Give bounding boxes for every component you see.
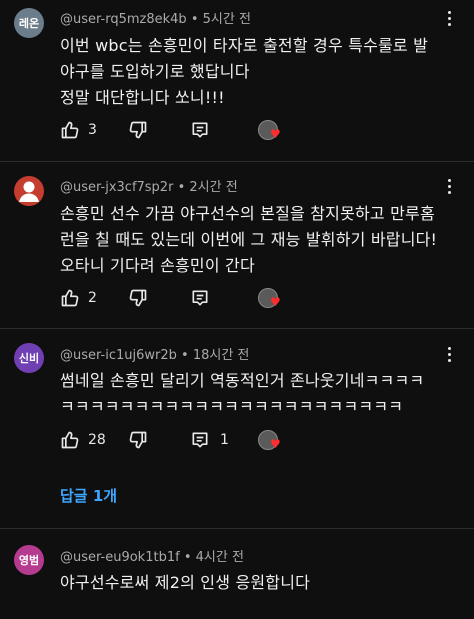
thumbs-down-icon	[128, 288, 148, 308]
dislike-button[interactable]	[128, 430, 148, 450]
divider	[0, 161, 474, 162]
like-button[interactable]: 28	[60, 430, 106, 450]
creator-heart[interactable]: ♥	[258, 288, 281, 310]
comment-text-line: 야구선수로써 제2의 인생 응원합니다	[60, 573, 311, 592]
reply-comment-icon	[190, 288, 210, 308]
thumbs-up-icon	[60, 120, 80, 140]
meta-separator: •	[181, 348, 193, 363]
default-user-icon	[19, 181, 39, 202]
more-vert-icon[interactable]	[442, 344, 456, 364]
comment-text-line: 오타니 기다려 손흥민이 간다	[60, 256, 255, 275]
reply-button[interactable]: 1	[190, 430, 229, 450]
divider	[0, 328, 474, 329]
comment-text-line: 정말 대단합니다 쏘니!!!	[60, 88, 225, 107]
view-replies-link[interactable]: 답글 1개	[60, 485, 117, 506]
thumbs-up-icon	[60, 288, 80, 308]
comment-time: 2시간 전	[189, 180, 238, 195]
author-handle[interactable]: @user-ic1uj6wr2b	[60, 348, 177, 363]
creator-heart-icon: ♥	[270, 127, 281, 141]
avatar[interactable]: 레온	[14, 8, 44, 38]
reply-count: 1	[220, 432, 229, 448]
comment-meta: @user-eu9ok1tb1f • 4시간 전	[60, 546, 244, 565]
reply-comment-icon	[190, 430, 210, 450]
avatar[interactable]: 신비	[14, 343, 44, 373]
comment-text-line: 야구를 도입하기로 했답니다	[60, 62, 250, 81]
comment-text-line: 손흥민 선수 가끔 야구선수의 본질을 참지못하고 만루홈	[60, 204, 435, 223]
creator-heart[interactable]: ♥	[258, 430, 281, 452]
creator-heart-icon: ♥	[270, 437, 281, 451]
like-count: 2	[88, 290, 97, 306]
avatar[interactable]	[14, 176, 44, 206]
creator-heart[interactable]: ♥	[258, 120, 281, 142]
reply-button[interactable]	[190, 120, 210, 140]
meta-separator: •	[177, 180, 190, 195]
more-vert-icon[interactable]	[442, 176, 456, 196]
author-handle[interactable]: @user-rq5mz8ek4b	[60, 12, 187, 27]
author-handle[interactable]: @user-jx3cf7sp2r	[60, 180, 173, 195]
thumbs-down-icon	[128, 430, 148, 450]
like-button[interactable]: 3	[60, 120, 97, 140]
comment-meta: @user-rq5mz8ek4b • 5시간 전	[60, 8, 251, 27]
meta-separator: •	[190, 12, 203, 27]
reply-comment-icon	[190, 120, 210, 140]
comment-text-line: ㅋㅋㅋㅋㅋㅋㅋㅋㅋㅋㅋㅋㅋㅋㅋㅋㅋㅋㅋㅋㅋㅋㅋ	[60, 397, 404, 416]
more-vert-icon[interactable]	[442, 8, 456, 28]
comment-time: 18시간 전	[192, 348, 250, 363]
creator-heart-icon: ♥	[270, 295, 281, 309]
comment-text-line: 썸네일 손흥민 달리기 역동적인거 존나웃기네ㅋㅋㅋㅋ	[60, 371, 425, 390]
comment-time: 4시간 전	[195, 550, 244, 565]
dislike-button[interactable]	[128, 288, 148, 308]
meta-separator: •	[183, 550, 196, 565]
dislike-button[interactable]	[128, 120, 148, 140]
divider	[0, 528, 474, 529]
comment-text-line: 이번 wbc는 손흥민이 타자로 출전할 경우 특수룰로 발	[60, 36, 429, 55]
comment-meta: @user-ic1uj6wr2b • 18시간 전	[60, 344, 249, 363]
like-count: 3	[88, 122, 97, 138]
comment-time: 5시간 전	[202, 12, 251, 27]
like-button[interactable]: 2	[60, 288, 97, 308]
comment-text-line: 런을 칠 때도 있는데 이번에 그 재능 발휘하기 바랍니다!	[60, 230, 438, 249]
comment-meta: @user-jx3cf7sp2r • 2시간 전	[60, 176, 238, 195]
reply-button[interactable]	[190, 288, 210, 308]
thumbs-up-icon	[60, 430, 80, 450]
like-count: 28	[88, 432, 106, 448]
avatar[interactable]: 영범	[14, 545, 44, 575]
thumbs-down-icon	[128, 120, 148, 140]
author-handle[interactable]: @user-eu9ok1tb1f	[60, 550, 180, 565]
